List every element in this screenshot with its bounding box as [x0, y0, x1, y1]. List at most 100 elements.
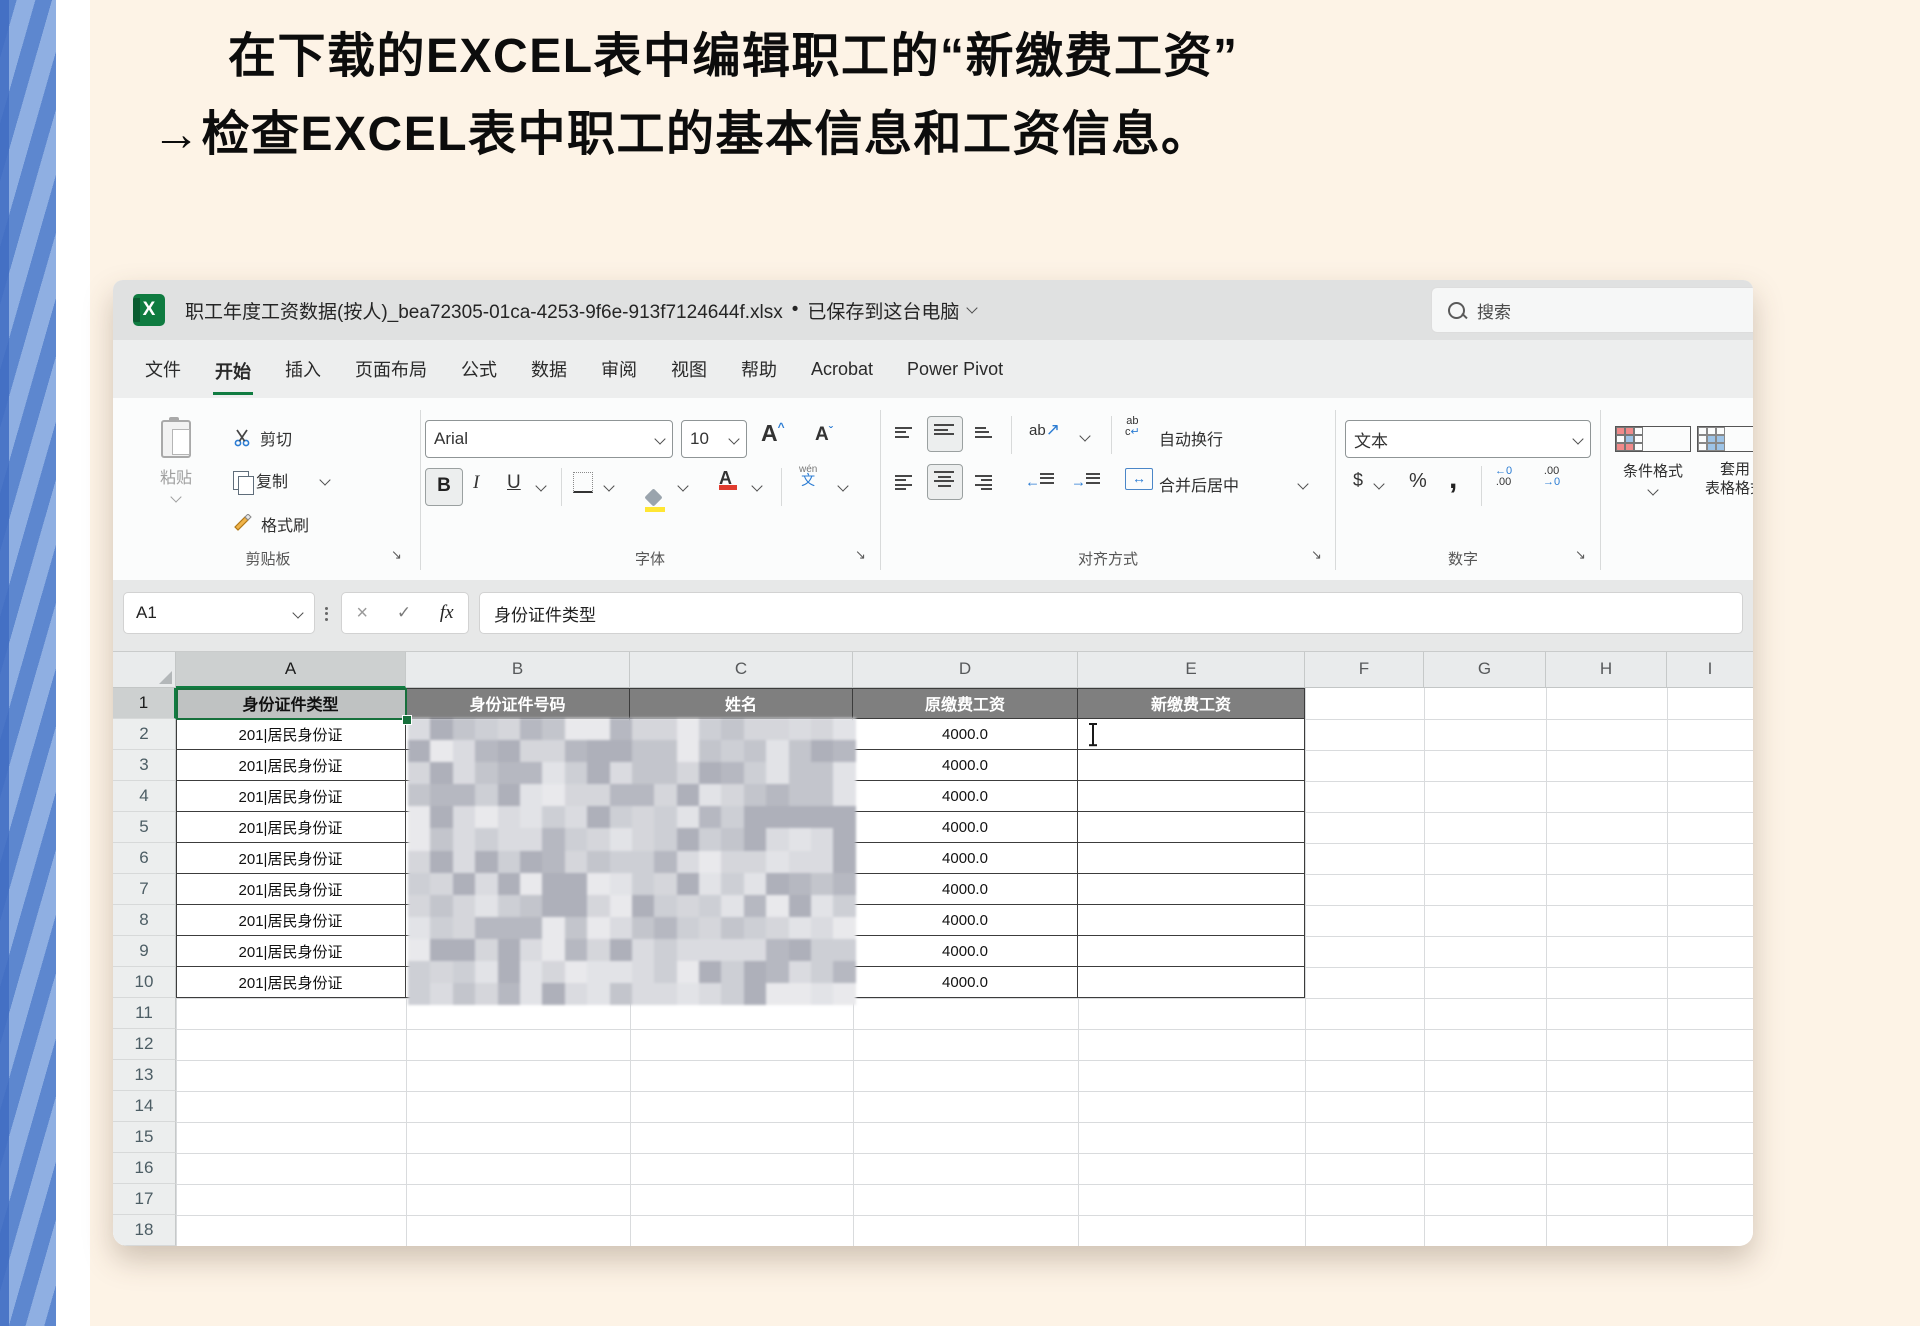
tab-视图[interactable]: 视图 [669, 352, 709, 386]
decrease-indent-button[interactable]: ← [1025, 470, 1054, 491]
formula-input[interactable]: 身份证件类型 [479, 592, 1743, 634]
cell-D4[interactable]: 4000.0 [853, 781, 1078, 812]
underline-button[interactable]: U [507, 472, 521, 494]
tab-帮助[interactable]: 帮助 [739, 352, 779, 386]
row-header-7[interactable]: 7 [113, 874, 176, 905]
cell-D8[interactable]: 4000.0 [853, 905, 1078, 936]
tab-数据[interactable]: 数据 [529, 352, 569, 386]
align-bottom-button[interactable] [975, 424, 992, 440]
row-header-18[interactable]: 18 [113, 1215, 176, 1246]
number-format-combo[interactable]: 文本 [1345, 420, 1591, 458]
phonetic-guide-button[interactable]: wén 文 [799, 464, 817, 486]
cell-C1[interactable]: 姓名 [630, 688, 853, 719]
cell-A5[interactable]: 201|居民身份证 [176, 812, 406, 843]
save-status[interactable]: 已保存到这台电脑 [807, 297, 959, 324]
cell-B1[interactable]: 身份证件号码 [406, 688, 630, 719]
format-as-table-button[interactable]: 套用 表格格式 [1697, 426, 1753, 498]
cell-D2[interactable]: 4000.0 [853, 719, 1078, 750]
font-size-combo[interactable]: 10 [681, 420, 747, 458]
align-middle-button[interactable] [927, 416, 963, 452]
column-header-I[interactable]: I [1667, 652, 1753, 688]
align-center-button[interactable] [927, 464, 963, 500]
cell-D3[interactable]: 4000.0 [853, 750, 1078, 781]
orientation-button[interactable]: ab↗ [1029, 420, 1060, 440]
borders-chevron-icon[interactable] [603, 480, 614, 491]
tab-Power Pivot[interactable]: Power Pivot [905, 355, 1005, 384]
cell-A7[interactable]: 201|居民身份证 [176, 874, 406, 905]
italic-button[interactable]: I [473, 472, 479, 494]
paste-button[interactable]: 粘贴 [143, 420, 209, 506]
cell-D9[interactable]: 4000.0 [853, 936, 1078, 967]
insert-function-button[interactable]: fx [440, 602, 454, 624]
decrease-decimal-button[interactable]: .00→0 [1543, 466, 1560, 488]
number-dialog-launcher-icon[interactable]: ↘ [1575, 548, 1586, 563]
row-header-9[interactable]: 9 [113, 936, 176, 967]
cell-A8[interactable]: 201|居民身份证 [176, 905, 406, 936]
merge-center-chevron-icon[interactable] [1297, 478, 1308, 489]
name-box[interactable]: A1 [123, 592, 315, 634]
cell-E8[interactable] [1078, 905, 1305, 936]
copy-button[interactable]: 复制 [233, 468, 329, 492]
conditional-formatting-button[interactable]: 条件格式 [1615, 426, 1691, 499]
row-header-14[interactable]: 14 [113, 1091, 176, 1122]
column-header-H[interactable]: H [1546, 652, 1667, 688]
format-painter-button[interactable]: 格式刷 [233, 512, 309, 536]
font-name-combo[interactable]: Arial [425, 420, 673, 458]
formula-bar-grip-icon[interactable] [325, 604, 328, 623]
cell-E2[interactable] [1078, 719, 1305, 750]
cell-D6[interactable]: 4000.0 [853, 843, 1078, 874]
cell-D1[interactable]: 原缴费工资 [853, 688, 1078, 719]
percent-style-button[interactable]: % [1409, 470, 1427, 493]
cell-E1[interactable]: 新缴费工资 [1078, 688, 1305, 719]
row-header-2[interactable]: 2 [113, 719, 176, 750]
column-header-F[interactable]: F [1305, 652, 1424, 688]
tab-公式[interactable]: 公式 [459, 352, 499, 386]
cell-E10[interactable] [1078, 967, 1305, 998]
column-header-A[interactable]: A [176, 652, 406, 688]
fill-color-chevron-icon[interactable] [677, 480, 688, 491]
search-box[interactable]: 搜索 [1431, 287, 1753, 333]
cell-E4[interactable] [1078, 781, 1305, 812]
phonetic-chevron-icon[interactable] [837, 480, 848, 491]
tab-页面布局[interactable]: 页面布局 [353, 352, 429, 386]
increase-decimal-button[interactable]: ←0.00 [1495, 466, 1512, 488]
row-header-8[interactable]: 8 [113, 905, 176, 936]
cell-D7[interactable]: 4000.0 [853, 874, 1078, 905]
row-header-12[interactable]: 12 [113, 1029, 176, 1060]
clipboard-dialog-launcher-icon[interactable]: ↘ [391, 548, 402, 563]
row-header-4[interactable]: 4 [113, 781, 176, 812]
cell-E3[interactable] [1078, 750, 1305, 781]
tab-文件[interactable]: 文件 [143, 352, 183, 386]
align-right-button[interactable] [975, 472, 992, 493]
row-header-13[interactable]: 13 [113, 1060, 176, 1091]
font-color-chevron-icon[interactable] [751, 480, 762, 491]
cut-button[interactable]: 剪切 [233, 426, 292, 450]
tab-插入[interactable]: 插入 [283, 352, 323, 386]
row-header-17[interactable]: 17 [113, 1184, 176, 1215]
alignment-dialog-launcher-icon[interactable]: ↘ [1311, 548, 1322, 563]
selection-fill-handle[interactable] [402, 715, 412, 725]
cancel-button[interactable]: × [356, 602, 368, 625]
cell-A4[interactable]: 201|居民身份证 [176, 781, 406, 812]
bold-button[interactable]: B [425, 468, 463, 506]
align-top-button[interactable] [895, 424, 912, 440]
borders-icon[interactable] [573, 472, 593, 493]
cell-A10[interactable]: 201|居民身份证 [176, 967, 406, 998]
cell-D5[interactable]: 4000.0 [853, 812, 1078, 843]
row-header-3[interactable]: 3 [113, 750, 176, 781]
shrink-font-button[interactable]: Aˇ [815, 424, 833, 446]
cell-A9[interactable]: 201|居民身份证 [176, 936, 406, 967]
row-header-11[interactable]: 11 [113, 998, 176, 1029]
currency-chevron-icon[interactable] [1373, 478, 1384, 489]
cell-E6[interactable] [1078, 843, 1305, 874]
row-header-5[interactable]: 5 [113, 812, 176, 843]
grow-font-button[interactable]: A^ [761, 420, 785, 447]
cell-A6[interactable]: 201|居民身份证 [176, 843, 406, 874]
row-header-6[interactable]: 6 [113, 843, 176, 874]
tab-审阅[interactable]: 审阅 [599, 352, 639, 386]
row-header-16[interactable]: 16 [113, 1153, 176, 1184]
cell-D10[interactable]: 4000.0 [853, 967, 1078, 998]
column-header-C[interactable]: C [630, 652, 853, 688]
increase-indent-button[interactable]: → [1071, 470, 1100, 491]
cell-E5[interactable] [1078, 812, 1305, 843]
